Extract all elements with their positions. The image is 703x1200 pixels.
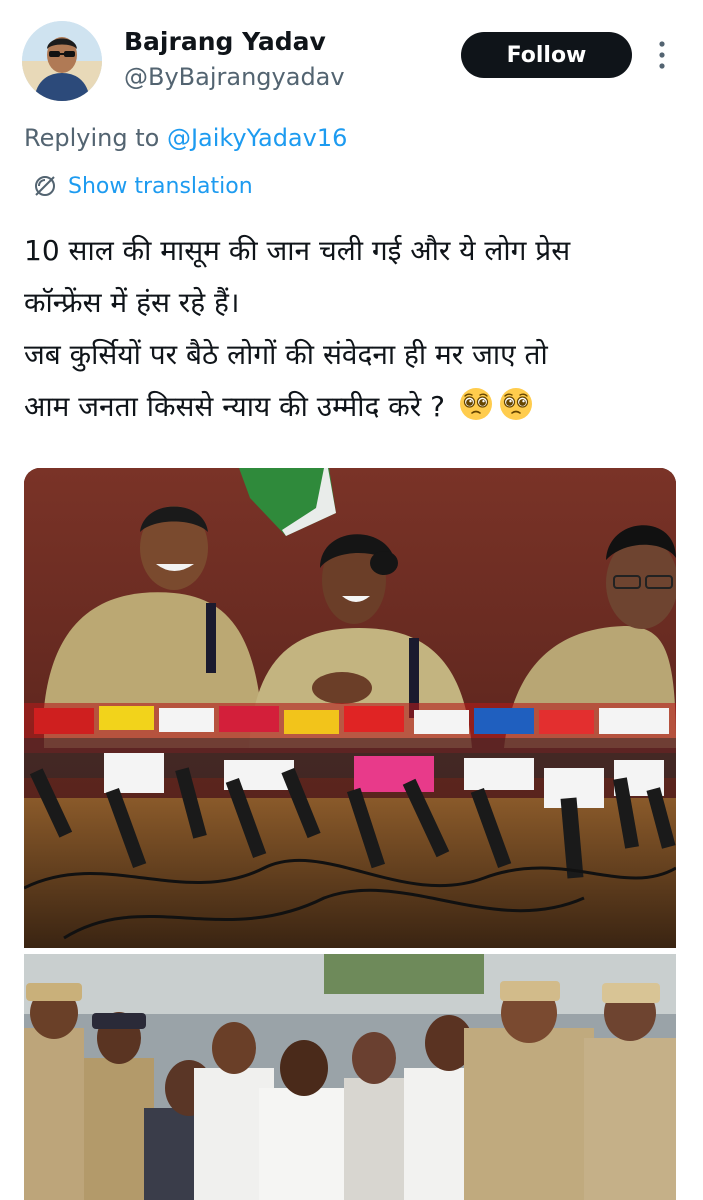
tweet-line-1: 10 साल की मासूम की जान चली गई और ये लोग …	[24, 234, 571, 267]
translate-globe-icon	[35, 176, 55, 196]
tweet-text: 10 साल की मासूम की जान चली गई और ये लोग …	[24, 225, 684, 433]
tweet-line-4: आम जनता किससे न्याय की उम्मीद करे ?	[24, 390, 445, 423]
pleading-face-emoji-icon-2	[499, 388, 532, 420]
replying-prefix: Replying to	[24, 124, 167, 152]
avatar-image	[22, 21, 102, 101]
more-options-icon[interactable]	[654, 38, 670, 72]
replying-to: Replying to @JaikyYadav16	[24, 124, 347, 152]
tweet-media[interactable]	[24, 468, 676, 1200]
tweet-line-2: कॉन्फ्रेंस में हंस रहे हैं।	[24, 286, 240, 319]
show-translation-link[interactable]: Show translation	[32, 173, 253, 199]
tweet-page: Bajrang Yadav @ByBajrangyadav Follow Rep…	[0, 0, 703, 1200]
tweet-line-3: जब कुर्सियों पर बैठे लोगों की संवेदना ही…	[24, 338, 548, 371]
reply-mention-link[interactable]: @JaikyYadav16	[167, 124, 347, 152]
author-handle[interactable]: @ByBajrangyadav	[124, 63, 345, 91]
translation-label: Show translation	[68, 173, 253, 199]
press-conference-photo	[24, 468, 676, 1200]
pleading-face-emoji-icon	[459, 388, 492, 420]
follow-button[interactable]: Follow	[461, 32, 632, 78]
tweet-line-4-wrap: आम जनता किससे न्याय की उम्मीद करे ?	[24, 381, 684, 433]
avatar[interactable]	[22, 21, 102, 101]
author-name[interactable]: Bajrang Yadav	[124, 27, 326, 56]
